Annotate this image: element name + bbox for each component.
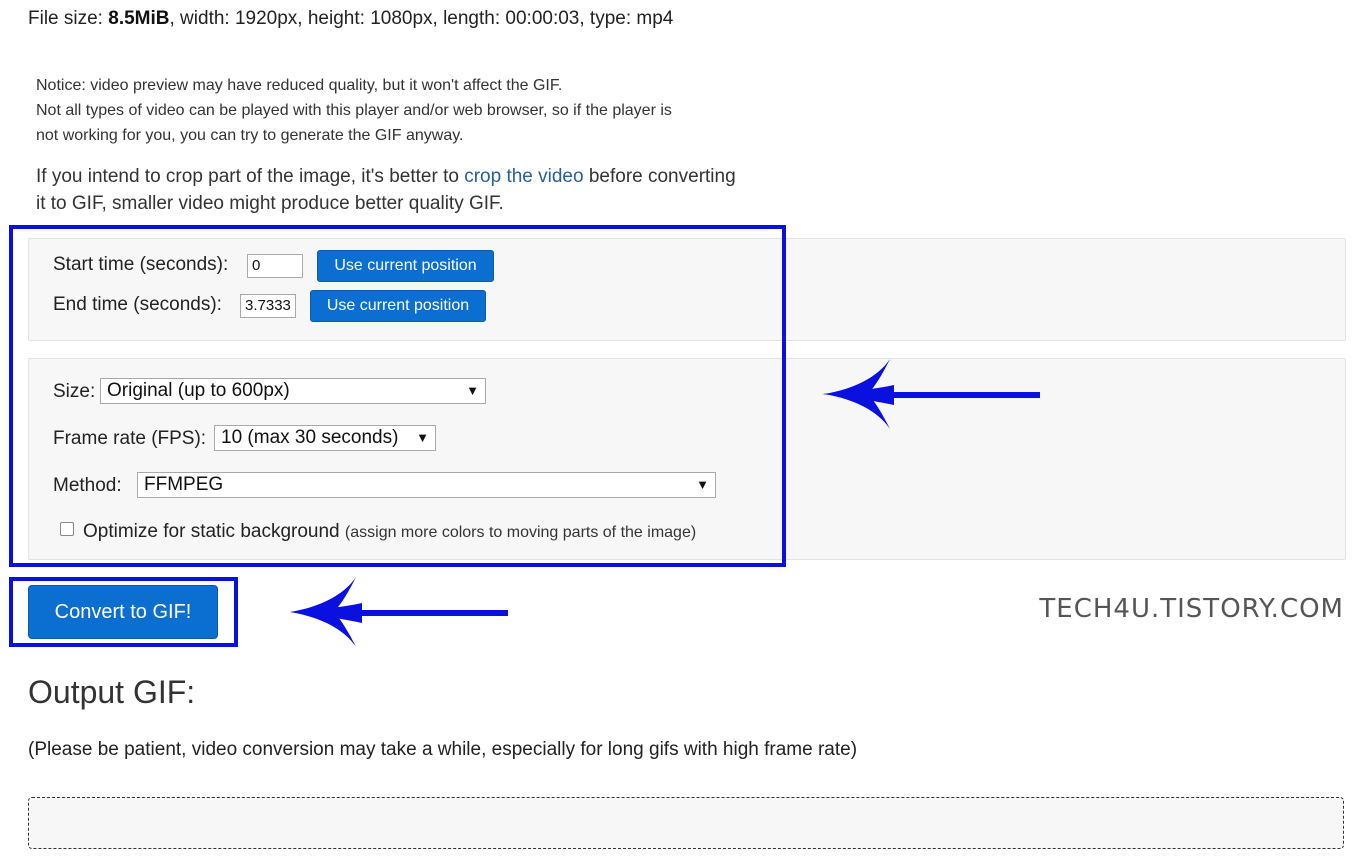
file-size-label: File size:: [28, 8, 103, 29]
notice-line-2: Not all types of video can be played wit…: [36, 102, 672, 119]
file-size-value: 8.5MiB: [108, 8, 170, 29]
output-gif-area: [28, 797, 1344, 849]
notice-line-1: Notice: video preview may have reduced q…: [36, 77, 563, 94]
arrow-left-icon: [290, 577, 508, 647]
output-note: (Please be patient, video conversion may…: [28, 739, 858, 760]
convert-to-gif-button[interactable]: Convert to GIF!: [28, 585, 218, 639]
output-title: Output GIF:: [28, 674, 196, 710]
notice-line-3: not working for you, you can try to gene…: [36, 127, 464, 144]
crop-note-before: If you intend to crop part of the image,…: [36, 166, 465, 187]
crop-video-link[interactable]: crop the video: [464, 166, 583, 187]
file-info: File size: 8.5MiB, width: 1920px, height…: [28, 8, 673, 30]
arrow-left-icon: [822, 359, 1040, 429]
settings-highlight-box: [9, 225, 786, 567]
preview-notice: Notice: video preview may have reduced q…: [36, 73, 796, 148]
crop-note: If you intend to crop part of the image,…: [36, 163, 796, 217]
file-details: , width: 1920px, height: 1080px, length:…: [169, 8, 674, 29]
crop-note-line-2: it to GIF, smaller video might produce b…: [36, 193, 504, 214]
crop-note-after: before converting: [583, 166, 736, 187]
watermark-text: TECH4U.TISTORY.COM: [1039, 594, 1344, 624]
